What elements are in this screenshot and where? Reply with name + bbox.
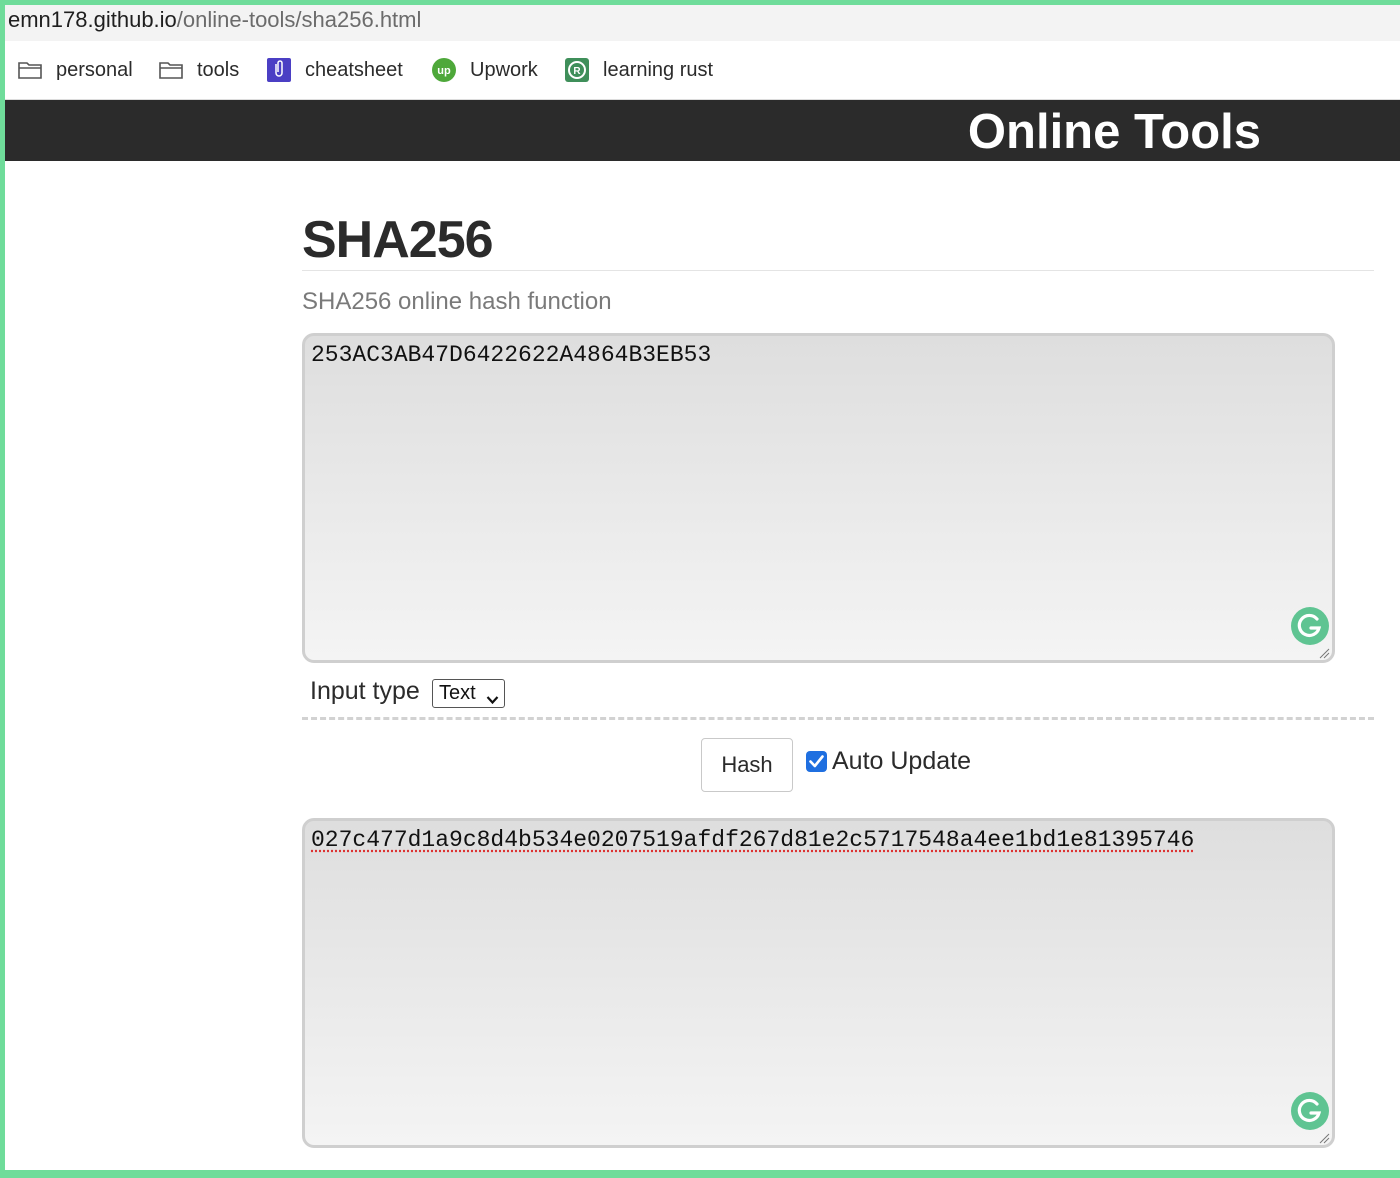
page-subtitle: SHA256 online hash function	[302, 288, 612, 315]
bookmark-label: learning rust	[603, 58, 714, 81]
output-text: 027c477d1a9c8d4b534e0207519afdf267d81e2c…	[311, 827, 1195, 853]
input-textarea[interactable]: 253AC3AB47D6422622A4864B3EB53	[302, 333, 1335, 663]
site-header: Online Tools	[5, 100, 1400, 161]
output-textarea[interactable]: 027c477d1a9c8d4b534e0207519afdf267d81e2c…	[302, 818, 1335, 1148]
url-host: emn178.github.io	[8, 7, 177, 32]
bookmark-personal[interactable]: personal	[17, 56, 133, 84]
checkmark-icon	[809, 755, 824, 768]
bookmark-label: cheatsheet	[305, 58, 403, 81]
hash-button[interactable]: Hash	[701, 738, 793, 792]
page-title: SHA256	[302, 211, 494, 269]
folder-icon	[17, 58, 43, 82]
url-path: /online-tools/sha256.html	[176, 7, 422, 32]
auto-update-checkbox[interactable]	[806, 751, 827, 772]
bookmark-label: tools	[197, 58, 240, 81]
bookmark-cheatsheet[interactable]: cheatsheet	[266, 56, 403, 84]
resize-handle-icon[interactable]	[1318, 1131, 1330, 1144]
bookmark-label: personal	[56, 58, 133, 81]
rust-icon: R	[564, 58, 590, 82]
bookmark-label: Upwork	[470, 58, 538, 81]
grammarly-icon[interactable]	[1291, 607, 1329, 645]
input-type-value: Text	[439, 682, 476, 704]
svg-text:up: up	[437, 65, 451, 77]
svg-text:R: R	[573, 66, 581, 77]
site-brand[interactable]: Online Tools	[968, 104, 1261, 160]
bookmark-upwork[interactable]: up Upwork	[431, 56, 538, 84]
folder-icon	[158, 58, 184, 82]
input-type-label: Input type	[310, 677, 420, 705]
clip-icon	[266, 58, 292, 82]
bookmark-learning-rust[interactable]: R learning rust	[564, 56, 713, 84]
address-bar[interactable]: emn178.github.io/online-tools/sha256.htm…	[5, 5, 1400, 41]
section-divider	[302, 717, 1374, 720]
resize-handle-icon[interactable]	[1318, 646, 1330, 659]
upwork-icon: up	[431, 58, 457, 82]
grammarly-icon[interactable]	[1291, 1092, 1329, 1130]
input-type-select[interactable]: Text	[432, 679, 505, 708]
url-text[interactable]: emn178.github.io/online-tools/sha256.htm…	[8, 7, 421, 33]
bookmarks-bar: personal tools cheatsheet up Upwork R le…	[5, 41, 1400, 100]
chevron-down-icon	[486, 688, 499, 711]
auto-update-label[interactable]: Auto Update	[832, 747, 971, 776]
bookmark-tools[interactable]: tools	[158, 56, 239, 84]
title-divider	[302, 270, 1374, 271]
input-text: 253AC3AB47D6422622A4864B3EB53	[311, 342, 712, 368]
